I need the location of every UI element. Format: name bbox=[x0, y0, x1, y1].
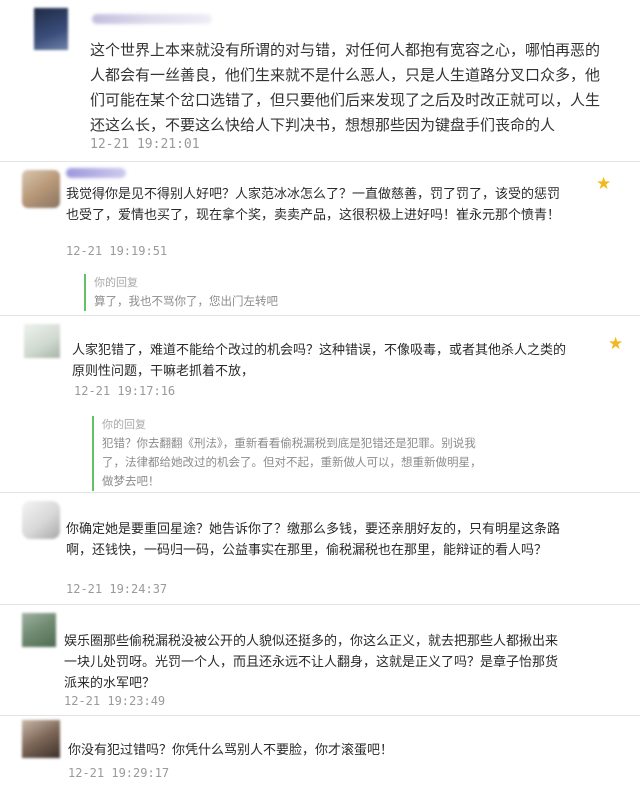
avatar[interactable] bbox=[22, 170, 60, 208]
comment-text: 我觉得你是见不得别人好吧？人家范冰冰怎么了？一直做慈善，罚了罚了，该受的惩罚也受… bbox=[66, 187, 561, 223]
comment-item: 这个世界上本来就没有所谓的对与错，对任何人都抱有宽容之心，哪怕再恶的人都会有一丝… bbox=[0, 0, 640, 160]
reply-text: 犯错？你去翻翻《刑法》，重新看看偷税漏税到底是犯错还是犯罪。别说我了，法律都给她… bbox=[102, 436, 482, 488]
comment-item: 你没有犯过错吗？你凭什么骂别人不要脸，你才滚蛋吧！ 12-21 19:29:17 bbox=[0, 716, 640, 788]
comment-item: 娱乐圈那些偷税漏税没被公开的人貌似还挺多的，你这么正义，就去把那些人都揪出来一块… bbox=[0, 605, 640, 715]
comment-time: 12-21 19:17:16 bbox=[74, 384, 176, 398]
star-icon[interactable]: ★ bbox=[608, 334, 623, 354]
comment-time: 12-21 19:19:51 bbox=[66, 244, 168, 258]
comment-time: 12-21 19:29:17 bbox=[68, 766, 170, 780]
reply-block: 你的回复 算了，我也不骂你了，您出门左转吧 bbox=[84, 274, 564, 311]
avatar[interactable] bbox=[22, 720, 60, 758]
comment-item: 你确定她是要重回星途？她告诉你了？缴那么多钱，要还亲朋好友的，只有明星这条路啊，… bbox=[0, 493, 640, 603]
comment-time: 12-21 19:24:37 bbox=[66, 582, 168, 596]
comment-text: 你没有犯过错吗？你凭什么骂别人不要脸，你才滚蛋吧！ bbox=[68, 743, 394, 758]
avatar[interactable] bbox=[34, 8, 68, 50]
nickname-blur bbox=[66, 168, 126, 178]
avatar[interactable] bbox=[22, 501, 60, 539]
comment-time: 12-21 19:23:49 bbox=[64, 694, 166, 708]
avatar[interactable] bbox=[24, 324, 60, 358]
reply-label: 你的回复 bbox=[102, 418, 146, 431]
comment-time: 12-21 19:21:01 bbox=[90, 137, 200, 152]
comment-item: ★ 人家犯错了，难道不能给个改过的机会吗？这种错误，不像吸毒，或者其他杀人之类的… bbox=[0, 316, 640, 491]
avatar[interactable] bbox=[22, 613, 56, 647]
comment-item: ★ 我觉得你是见不得别人好吧？人家范冰冰怎么了？一直做慈善，罚了罚了，该受的惩罚… bbox=[0, 162, 640, 314]
comment-text: 人家犯错了，难道不能给个改过的机会吗？这种错误，不像吸毒，或者其他杀人之类的原则… bbox=[72, 343, 567, 379]
reply-block: 你的回复 犯错？你去翻翻《刑法》，重新看看偷税漏税到底是犯错还是犯罪。别说我了，… bbox=[92, 416, 492, 491]
comment-text: 娱乐圈那些偷税漏税没被公开的人貌似还挺多的，你这么正义，就去把那些人都揪出来一块… bbox=[64, 634, 559, 691]
comment-text: 这个世界上本来就没有所谓的对与错，对任何人都抱有宽容之心，哪怕再恶的人都会有一丝… bbox=[90, 41, 601, 134]
nickname-blur bbox=[92, 14, 212, 24]
star-icon[interactable]: ★ bbox=[596, 174, 611, 194]
reply-label: 你的回复 bbox=[94, 276, 138, 289]
comment-text: 你确定她是要重回星途？她告诉你了？缴那么多钱，要还亲朋好友的，只有明星这条路啊，… bbox=[66, 522, 561, 558]
reply-text: 算了，我也不骂你了，您出门左转吧 bbox=[94, 294, 278, 308]
